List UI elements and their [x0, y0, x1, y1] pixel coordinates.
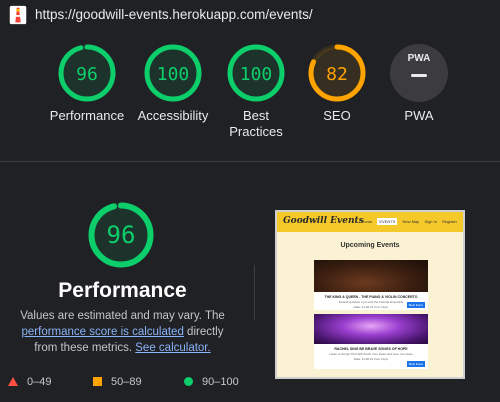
gauge-performance[interactable]: 96 Performance [42, 44, 132, 124]
gauge-label: Best Practices [229, 108, 283, 139]
detail-score: 96 [107, 221, 136, 249]
event-title: RACHEL SING BE BRAVE SONGS OF HOPE [334, 347, 408, 351]
performance-title: Performance [58, 279, 187, 302]
legend-average: 50–89 [93, 376, 142, 388]
legend-range: 50–89 [111, 376, 142, 388]
vertical-separator [254, 265, 255, 320]
circle-icon [184, 377, 193, 386]
performance-description: Values are estimated and may vary. The p… [10, 308, 235, 356]
site-nav-link: Home [361, 219, 373, 224]
event-subtitle: Listen to Songs That Will Touch Your Hea… [329, 352, 413, 356]
gauge-score: 96 [76, 64, 98, 85]
section-divider [0, 161, 500, 162]
event-image [314, 314, 428, 344]
gauge-ring: 96 [58, 44, 116, 102]
pwa-badge-icon: PWA [390, 44, 448, 102]
final-screenshot[interactable]: Goodwill Events Home EVENTS New Map Sign… [275, 210, 465, 379]
event-card: RACHEL SING BE BRAVE SONGS OF HOPE Liste… [314, 314, 428, 369]
see-calculator-link[interactable]: See calculator. [135, 342, 210, 354]
site-heading: Upcoming Events [340, 242, 400, 249]
triangle-icon [8, 377, 18, 386]
gauge-label: Performance [49, 108, 125, 123]
gauge-ring: 100 [144, 44, 202, 102]
gauge-pwa[interactable]: PWA PWA [374, 44, 464, 124]
legend-range: 90–100 [202, 376, 239, 388]
site-nav-link: Sign In [424, 219, 437, 224]
desc-text: Values are estimated and may vary. The [20, 310, 225, 322]
pwa-dash [411, 74, 427, 77]
site-nav-link: Register [442, 219, 457, 224]
gauge-best-practices[interactable]: 100 Best Practices [211, 44, 301, 140]
gauge-label: PWA [404, 108, 434, 123]
site-nav-link: New Map [402, 219, 420, 224]
score-calculated-link[interactable]: performance score is calculated [22, 326, 184, 338]
site-nav-link-active: EVENTS [377, 218, 398, 225]
legend-range: 0–49 [27, 376, 52, 388]
site-navbar: Goodwill Events Home EVENTS New Map Sign… [277, 212, 463, 232]
gauge-seo[interactable]: 82 SEO [292, 44, 382, 124]
event-card: THE KING & QUEEN - THE PIANO & VIOLIN CO… [314, 260, 428, 310]
lighthouse-icon [9, 5, 27, 25]
site-nav-links: Home EVENTS New Map Sign In Register [358, 218, 457, 225]
gauge-score: 100 [157, 64, 190, 85]
book-event-button: Book Event [406, 302, 425, 308]
url-bar: https://goodwill-events.herokuapp.com/ev… [0, 0, 500, 32]
gauge-accessibility[interactable]: 100 Accessibility [128, 44, 218, 124]
gauge-ring: 82 [308, 44, 366, 102]
book-event-button: Book Event [406, 361, 425, 367]
event-image [314, 260, 428, 292]
event-title: THE KING & QUEEN - THE PIANO & VIOLIN CO… [324, 295, 418, 299]
gauge-score: 82 [326, 64, 348, 85]
square-icon [93, 377, 102, 386]
legend-pass: 90–100 [184, 376, 239, 388]
site-logo: Goodwill Events [283, 216, 364, 226]
legend-fail: 0–49 [8, 376, 51, 388]
page-url[interactable]: https://goodwill-events.herokuapp.com/ev… [35, 7, 313, 22]
performance-detail-gauge: 96 [88, 202, 154, 273]
gauge-label: SEO [323, 108, 351, 123]
gauge-ring: 96 [88, 202, 154, 268]
gauge-ring: 100 [227, 44, 285, 102]
gauge-label: Accessibility [137, 108, 209, 123]
pwa-badge-text: PWA [407, 53, 431, 64]
gauge-score: 100 [240, 64, 273, 85]
